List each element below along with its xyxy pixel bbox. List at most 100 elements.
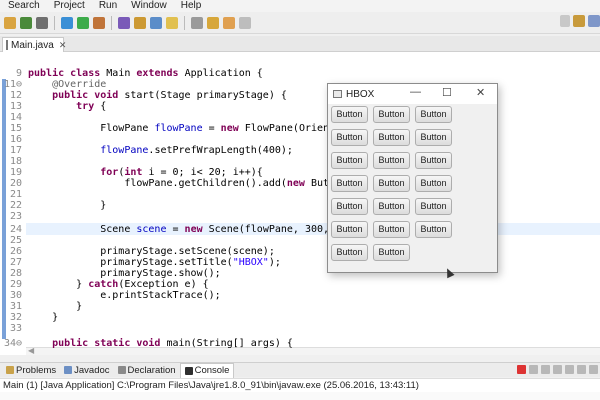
fx-button[interactable]: Button	[415, 175, 452, 192]
editor-tab-bar: Main.java ✕	[0, 36, 600, 52]
line-number: 20	[9, 178, 22, 189]
fx-button[interactable]: Button	[373, 129, 410, 146]
remove-launch-icon[interactable]	[529, 365, 538, 374]
bottom-panel-tabs: Problems Javadoc Declaration Console	[0, 362, 600, 378]
code-line[interactable]: for(int i = 0; i< 20; i++){	[28, 167, 263, 178]
line-number: 15	[9, 123, 22, 134]
fx-button[interactable]: Button	[373, 106, 410, 123]
code-line[interactable]: try {	[28, 101, 106, 112]
fx-button[interactable]: Button	[331, 198, 368, 215]
scroll-lock-icon[interactable]	[565, 365, 574, 374]
new-package-icon[interactable]	[118, 16, 130, 29]
minimize-icon[interactable]: —	[410, 86, 421, 98]
forward-icon[interactable]	[239, 16, 251, 29]
code-line[interactable]: primaryStage.setScene(scene);	[28, 246, 275, 257]
console-status: Main (1) [Java Application] C:\Program F…	[0, 378, 600, 392]
fx-button[interactable]: Button	[415, 129, 452, 146]
code-line[interactable]: FlowPane flowPane = new FlowPane(Orienta…	[28, 123, 353, 134]
code-line[interactable]: } catch(Exception e) {	[28, 279, 208, 290]
fx-window[interactable]: HBOX — ☐ ✕ Button Button Button Button Butto…	[327, 83, 498, 273]
tab-problems[interactable]: Problems	[2, 363, 60, 378]
quick-access-icon[interactable]	[560, 15, 570, 27]
line-number: 24	[9, 224, 22, 235]
open-type-icon[interactable]	[150, 16, 162, 29]
dropdown-icon[interactable]	[36, 16, 48, 29]
code-line[interactable]: @Override	[28, 79, 106, 90]
back-icon[interactable]	[223, 16, 235, 29]
fx-window-titlebar[interactable]: HBOX — ☐ ✕	[328, 84, 497, 104]
code-line[interactable]: Scene scene = new Scene(flowPane, 300, 3…	[28, 224, 353, 235]
fx-button[interactable]: Button	[373, 244, 410, 261]
menu-item[interactable]: Window	[123, 0, 173, 12]
code-line[interactable]: public class Main extends Application {	[28, 68, 263, 79]
new-class-icon[interactable]	[134, 16, 146, 29]
code-line[interactable]: public void start(Stage primaryStage) {	[28, 90, 287, 101]
fx-button[interactable]: Button	[331, 175, 368, 192]
last-edit-icon[interactable]	[207, 16, 219, 29]
code-line[interactable]: flowPane.getChildren().add(new Button(	[28, 178, 353, 189]
fx-button[interactable]: Button	[373, 198, 410, 215]
remove-all-icon[interactable]	[541, 365, 550, 374]
line-number: 11⊖	[3, 79, 22, 90]
external-tools-icon[interactable]	[93, 16, 105, 29]
line-number: 13	[9, 101, 22, 112]
next-annotation-icon[interactable]	[191, 16, 203, 29]
close-window-icon[interactable]: ✕	[476, 86, 485, 99]
debug-icon[interactable]	[20, 16, 32, 29]
fx-button[interactable]: Button	[373, 221, 410, 238]
line-number: 22	[9, 200, 22, 211]
code-token: =	[166, 224, 185, 235]
tab-declaration[interactable]: Declaration	[114, 363, 180, 378]
perspective-debug-icon[interactable]	[588, 15, 600, 27]
menu-item[interactable]: Search	[0, 0, 46, 12]
separator	[54, 15, 55, 30]
fx-button[interactable]: Button	[331, 106, 368, 123]
code-line[interactable]: flowPane.setPrefWrapLength(400);	[28, 145, 293, 156]
search-icon[interactable]	[166, 16, 178, 29]
fx-button[interactable]: Button	[373, 152, 410, 169]
fx-button[interactable]: Button	[331, 221, 368, 238]
build-icon[interactable]	[4, 16, 16, 29]
tab-label: Declaration	[127, 364, 176, 376]
line-number: 16	[9, 134, 22, 145]
tab-console[interactable]: Console	[179, 362, 235, 378]
menu-item[interactable]: Run	[91, 0, 123, 12]
flow-pane: Button Button Button Button Button Button Butt…	[328, 104, 497, 272]
maximize-icon[interactable]: ☐	[442, 86, 452, 99]
terminate-icon[interactable]	[517, 365, 526, 374]
code-line[interactable]: }	[28, 301, 82, 312]
perspective-java-icon[interactable]	[573, 15, 585, 27]
code-line[interactable]: primaryStage.setTitle("HBOX");	[28, 257, 281, 268]
fx-button[interactable]: Button	[415, 198, 452, 215]
code-line[interactable]: primaryStage.show();	[28, 268, 220, 279]
code-line[interactable]: e.printStackTrace();	[28, 290, 220, 301]
run-last-icon[interactable]	[77, 16, 89, 29]
tab-javadoc[interactable]: Javadoc	[60, 363, 113, 378]
pin-console-icon[interactable]	[577, 365, 586, 374]
code-token: public class	[28, 68, 107, 79]
fx-button[interactable]: Button	[415, 152, 452, 169]
code-line[interactable]: }	[28, 200, 106, 211]
code-token: i = 0; i< 20; i++){	[148, 167, 263, 178]
run-icon[interactable]	[61, 16, 73, 29]
fx-button[interactable]: Button	[331, 152, 368, 169]
console-icon	[184, 366, 193, 375]
fx-button[interactable]: Button	[331, 244, 368, 261]
code-line[interactable]: public static void main(String[] args) {	[28, 338, 293, 349]
clear-console-icon[interactable]	[553, 365, 562, 374]
fx-button[interactable]: Button	[415, 106, 452, 123]
fx-button[interactable]: Button	[373, 175, 410, 192]
display-console-icon[interactable]	[589, 365, 598, 374]
fx-button[interactable]: Button	[415, 221, 452, 238]
tab-main-java[interactable]: Main.java ✕	[2, 37, 67, 52]
menu-item[interactable]: Project	[46, 0, 91, 12]
code-token: }	[28, 200, 107, 211]
close-icon[interactable]: ✕	[59, 40, 67, 51]
code-token: main(String[] args) {	[166, 338, 293, 349]
code-editor[interactable]: 9 11⊖ 12 13 14 15 16 17 18 19 20 21 22 23 24 25 26 27 28 29…	[0, 52, 600, 355]
menu-item[interactable]: Help	[173, 0, 208, 12]
line-number: 12	[9, 90, 22, 101]
fx-button[interactable]: Button	[331, 129, 368, 146]
code-token: flowPane.getChildren().add(	[28, 178, 287, 189]
code-line[interactable]: }	[28, 312, 58, 323]
